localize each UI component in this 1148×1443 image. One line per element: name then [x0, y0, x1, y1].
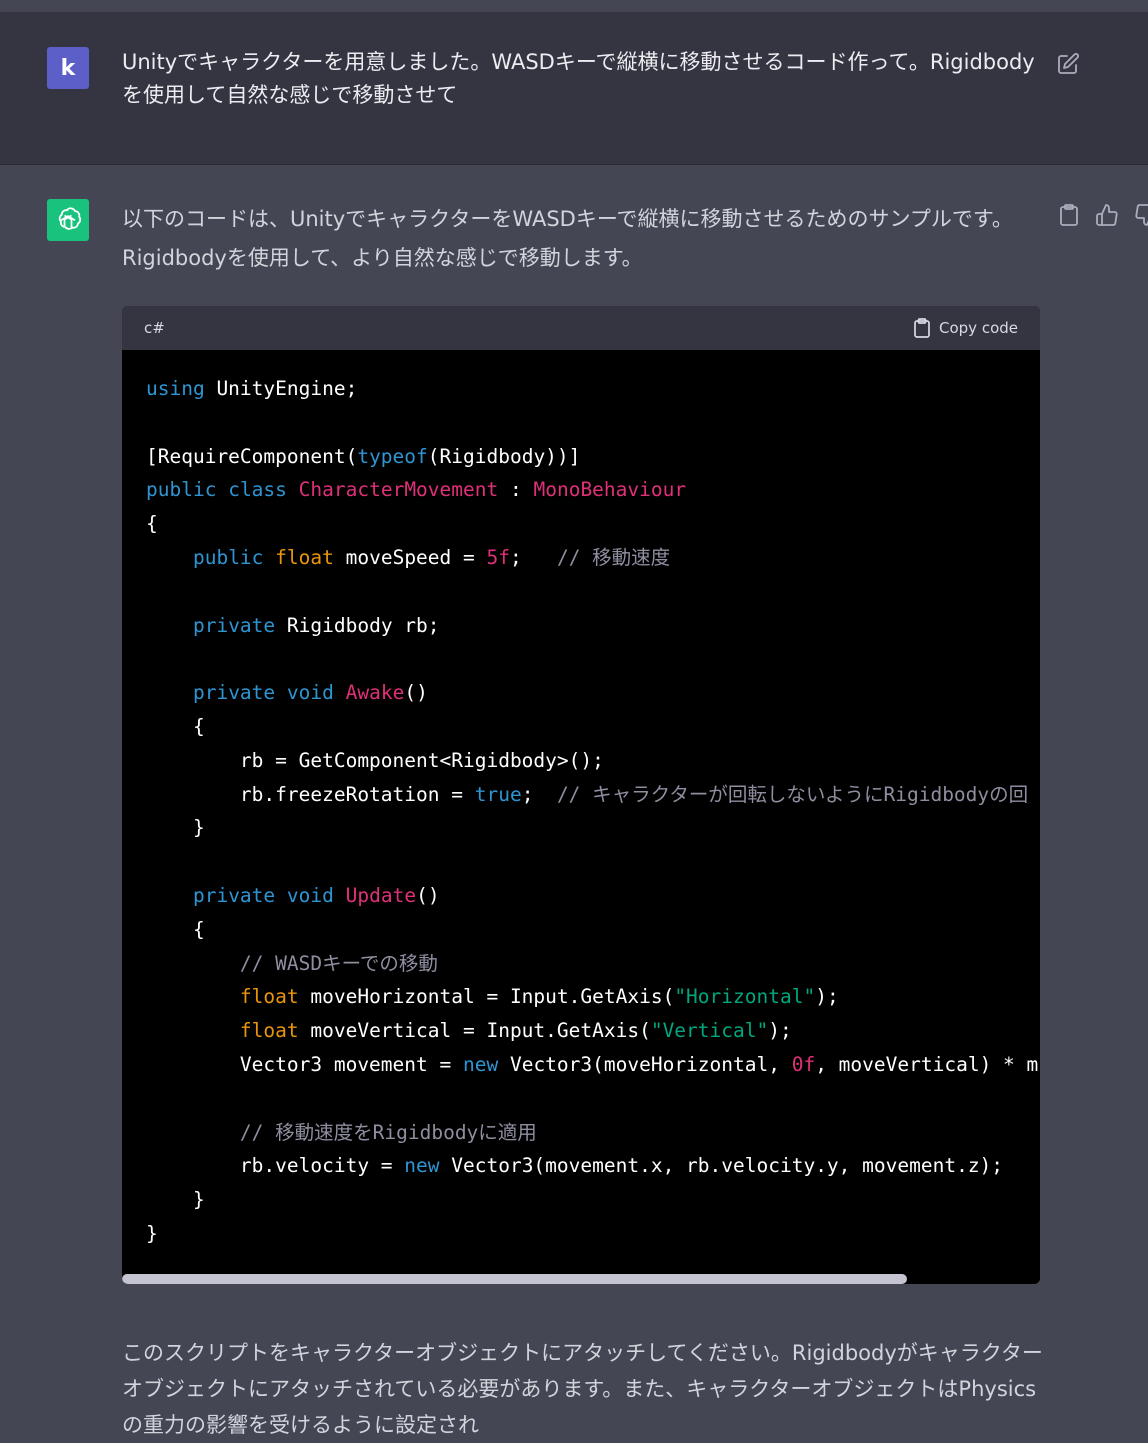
code-line: rb = GetComponent<Rigidbody>();: [146, 748, 604, 772]
code-line: [RequireComponent(typeof(Rigidbody))]: [146, 444, 581, 468]
code-block: c# Copy code using UnityEngine; [Require…: [122, 306, 1040, 1284]
horizontal-scrollbar[interactable]: [122, 1272, 1040, 1284]
user-message-text: Unityでキャラクターを用意しました。WASDキーで縦横に移動させるコード作っ…: [122, 50, 1035, 107]
copy-icon[interactable]: [1058, 203, 1080, 227]
code-line: float moveVertical = Input.GetAxis("Vert…: [239, 1019, 792, 1043]
code-line: }: [146, 1188, 205, 1212]
code-line: {: [146, 917, 205, 941]
copy-code-button[interactable]: Copy code: [913, 318, 1018, 338]
code-line: private void Awake(): [192, 681, 428, 705]
code-line: // WASDキーでの移動: [239, 951, 438, 975]
user-message: k Unityでキャラクターを用意しました。WASDキーで縦横に移動させるコード…: [0, 12, 1148, 165]
assistant-intro-text: 以下のコードは、UnityでキャラクターをWASDキーで縦横に移動させるためのサ…: [122, 207, 1013, 270]
code-line: }: [146, 816, 205, 840]
code-line: }: [146, 1221, 158, 1245]
thumbs-down-icon[interactable]: [1134, 203, 1148, 227]
code-line: Vector3 movement = new Vector3(moveHoriz…: [146, 1052, 1039, 1076]
openai-logo-icon: [47, 199, 89, 241]
assistant-outro-text: このスクリプトをキャラクターオブジェクトにアタッチしてください。Rigidbod…: [122, 1341, 1043, 1437]
code-line: public class CharacterMovement : MonoBeh…: [146, 478, 687, 502]
code-line: {: [146, 714, 205, 738]
scrollbar-thumb[interactable]: [122, 1274, 907, 1284]
code-content: using UnityEngine; [RequireComponent(typ…: [122, 350, 1040, 1272]
clipboard-icon: [914, 318, 930, 338]
code-line: public float moveSpeed = 5f; // 移動速度: [192, 545, 671, 569]
code-line: {: [146, 512, 158, 536]
top-strip: [0, 0, 1148, 12]
code-language-label: c#: [144, 319, 165, 337]
assistant-message: 以下のコードは、UnityでキャラクターをWASDキーで縦横に移動させるためのサ…: [0, 165, 1148, 1437]
code-line: private void Update(): [192, 883, 440, 907]
code-line: using UnityEngine;: [146, 377, 358, 400]
thumbs-up-icon[interactable]: [1095, 203, 1119, 227]
code-line: float moveHorizontal = Input.GetAxis("Ho…: [239, 985, 839, 1009]
code-header: c# Copy code: [122, 306, 1040, 350]
code-line: private Rigidbody rb;: [192, 613, 440, 637]
code-line: // 移動速度をRigidbodyに適用: [239, 1120, 537, 1144]
code-line: rb.velocity = new Vector3(movement.x, rb…: [146, 1154, 1004, 1178]
user-avatar: k: [47, 47, 89, 89]
edit-icon[interactable]: [1056, 52, 1080, 76]
copy-code-label: Copy code: [939, 319, 1018, 337]
code-area[interactable]: using UnityEngine; [RequireComponent(typ…: [122, 350, 1040, 1272]
code-line: rb.freezeRotation = true; // キャラクターが回転しな…: [146, 782, 1029, 806]
